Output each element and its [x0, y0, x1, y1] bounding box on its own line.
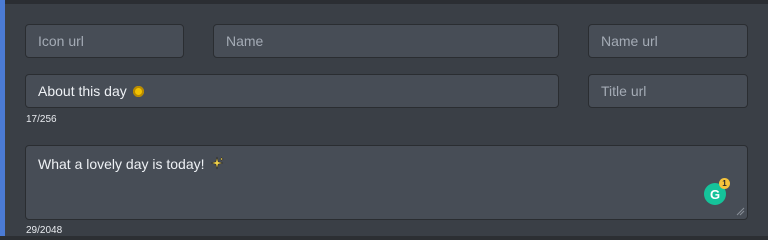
- name-placeholder: Name: [226, 33, 264, 49]
- about-value: About this day: [38, 83, 127, 99]
- icon-url-placeholder: Icon url: [38, 33, 84, 49]
- name-input[interactable]: Name: [213, 24, 559, 58]
- accent-color-bar: [0, 0, 5, 236]
- name-url-placeholder: Name url: [601, 33, 658, 49]
- about-input[interactable]: About this day: [25, 74, 559, 108]
- grammarly-badge: 1: [719, 178, 730, 189]
- icon-url-input[interactable]: Icon url: [25, 24, 184, 58]
- description-value: What a lovely day is today!: [38, 156, 205, 172]
- name-url-input[interactable]: Name url: [588, 24, 748, 58]
- description-char-counter: 29/2048: [26, 225, 63, 236]
- title-url-placeholder: Title url: [601, 83, 647, 99]
- sparkles-emoji-icon: [210, 156, 224, 170]
- title-url-input[interactable]: Title url: [588, 74, 748, 108]
- resize-handle-icon[interactable]: [736, 207, 745, 216]
- sun-emoji-icon: [132, 85, 144, 97]
- embed-editor-panel: Icon url Name Name url About this day Ti…: [0, 0, 768, 236]
- top-border: [0, 0, 768, 4]
- grammarly-badge-count: 1: [722, 179, 727, 188]
- grammarly-letter: G: [709, 186, 721, 202]
- about-char-counter: 17/256: [26, 114, 57, 125]
- description-textarea[interactable]: What a lovely day is today!: [25, 145, 748, 220]
